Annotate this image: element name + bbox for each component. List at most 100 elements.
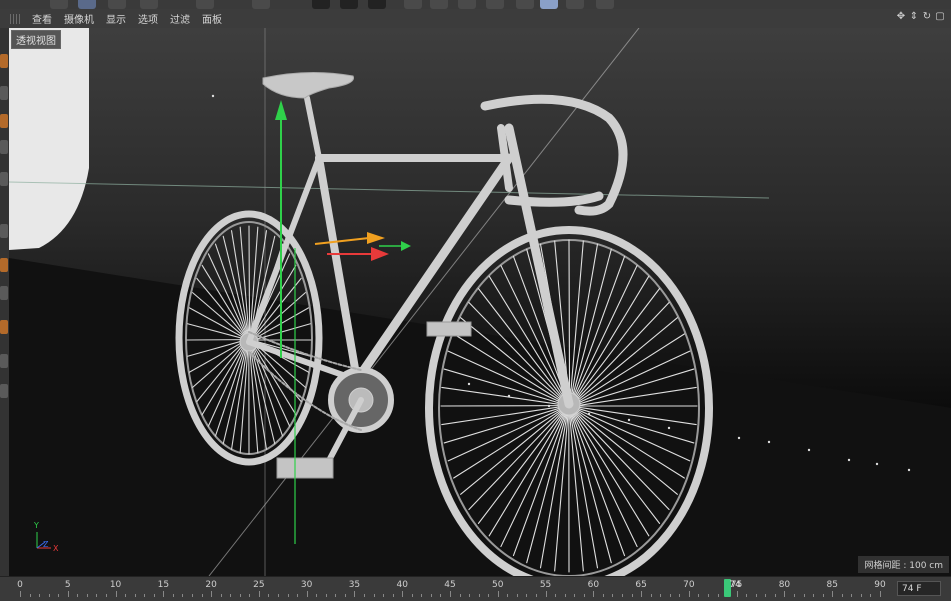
timeline-tick-mark [259, 591, 260, 597]
tool-icon[interactable] [0, 354, 8, 368]
timeline-tick-mark [813, 594, 814, 597]
viewport-menubar: 查看 摄像机 显示 选项 过滤 面板 [0, 9, 951, 29]
timeline-tick-mark [335, 594, 336, 597]
menu-display[interactable]: 显示 [100, 11, 132, 26]
tool-button[interactable] [78, 0, 96, 9]
scene-render: Y Z X [9, 28, 951, 576]
tool-icon[interactable] [0, 384, 8, 398]
tool-icon[interactable] [0, 172, 8, 186]
timeline-tick-mark [641, 591, 642, 597]
tool-button[interactable] [404, 0, 422, 9]
timeline-tick-mark [775, 594, 776, 597]
timeline-tick-mark [182, 594, 183, 597]
tool-button[interactable] [596, 0, 614, 9]
timeline-tick-mark [125, 594, 126, 597]
tool-button[interactable] [540, 0, 558, 9]
tool-button[interactable] [252, 0, 270, 9]
tool-button[interactable] [50, 0, 68, 9]
move-view-icon[interactable]: ✥ [896, 12, 906, 22]
menu-panel[interactable]: 面板 [196, 11, 228, 26]
tool-icon[interactable] [0, 224, 8, 238]
axis-x-label: X [53, 544, 59, 553]
tool-button[interactable] [108, 0, 126, 9]
timeline-tick-label: 65 [635, 580, 646, 590]
tool-button[interactable] [486, 0, 504, 9]
timeline-tick-mark [880, 591, 881, 597]
timeline-tick-mark [221, 594, 222, 597]
timeline-tick-mark [517, 594, 518, 597]
timeline-tick-label: 15 [158, 580, 169, 590]
view-name-label[interactable]: 透视视图 [11, 30, 61, 49]
timeline-tick-mark [622, 594, 623, 597]
timeline-tick-mark [288, 594, 289, 597]
tool-icon[interactable] [0, 114, 8, 128]
timeline-tick-label: 45 [444, 580, 455, 590]
menu-filter[interactable]: 过滤 [164, 11, 196, 26]
timeline-tick-mark [440, 594, 441, 597]
timeline-tick-mark [421, 594, 422, 597]
timeline-tick-mark [651, 594, 652, 597]
timeline-tick-mark [498, 591, 499, 597]
current-frame-field[interactable]: 74 F [897, 581, 941, 596]
playback-button[interactable] [368, 0, 386, 9]
tool-icon[interactable] [0, 86, 8, 100]
timeline-ruler[interactable]: 05101520253035404550556065707580859074 [0, 577, 890, 601]
menu-options[interactable]: 选项 [132, 11, 164, 26]
timeline-tick-mark [58, 594, 59, 597]
timeline-tick-mark [393, 594, 394, 597]
timeline-tick-mark [354, 591, 355, 597]
tool-icon[interactable] [0, 258, 8, 272]
timeline-tick-mark [469, 594, 470, 597]
toggle-view-icon[interactable]: ▢ [935, 12, 945, 22]
timeline-tick-label: 0 [17, 580, 23, 590]
timeline-tick-mark [230, 594, 231, 597]
current-frame-label: 74 [729, 580, 740, 590]
timeline-tick-mark [842, 594, 843, 597]
timeline[interactable]: 05101520253035404550556065707580859074 7… [0, 576, 951, 601]
timeline-tick-mark [173, 594, 174, 597]
timeline-tick-mark [345, 594, 346, 597]
timeline-tick-mark [546, 591, 547, 597]
tool-icon[interactable] [0, 320, 8, 334]
rotate-view-icon[interactable]: ↻ [922, 12, 932, 22]
timeline-tick-label: 30 [301, 580, 312, 590]
timeline-tick-mark [679, 594, 680, 597]
tool-button[interactable] [430, 0, 448, 9]
timeline-tick-mark [507, 594, 508, 597]
timeline-tick-mark [765, 594, 766, 597]
timeline-tick-mark [746, 594, 747, 597]
timeline-tick-label: 80 [779, 580, 790, 590]
top-toolbar [0, 0, 951, 9]
tool-button[interactable] [516, 0, 534, 9]
timeline-tick-mark [603, 594, 604, 597]
grid-spacing-readout: 网格间距 : 100 cm [858, 556, 949, 573]
menu-view[interactable]: 查看 [26, 11, 58, 26]
tool-icon[interactable] [0, 140, 8, 154]
tool-icon[interactable] [0, 286, 8, 300]
playback-button[interactable] [312, 0, 330, 9]
tool-button[interactable] [458, 0, 476, 9]
tool-button[interactable] [566, 0, 584, 9]
timeline-tick-mark [116, 591, 117, 597]
zoom-view-icon[interactable]: ⇕ [909, 12, 919, 22]
perspective-viewport[interactable]: Y Z X 透视视图 网格间距 : 100 cm [9, 28, 951, 576]
tool-icon[interactable] [0, 54, 8, 68]
timeline-tick-label: 10 [110, 580, 121, 590]
menu-camera[interactable]: 摄像机 [58, 11, 100, 26]
timeline-tick-mark [823, 594, 824, 597]
timeline-tick-mark [660, 594, 661, 597]
timeline-tick-mark [402, 591, 403, 597]
timeline-tick-mark [526, 594, 527, 597]
timeline-tick-label: 55 [540, 580, 551, 590]
timeline-tick-mark [364, 594, 365, 597]
timeline-tick-mark [851, 594, 852, 597]
panel-grip-icon[interactable] [10, 14, 20, 24]
timeline-tick-label: 35 [349, 580, 360, 590]
timeline-tick-mark [593, 591, 594, 597]
tool-button[interactable] [196, 0, 214, 9]
timeline-tick-mark [106, 594, 107, 597]
timeline-tick-mark [861, 594, 862, 597]
timeline-tick-label: 50 [492, 580, 503, 590]
playback-button[interactable] [340, 0, 358, 9]
tool-button[interactable] [140, 0, 158, 9]
